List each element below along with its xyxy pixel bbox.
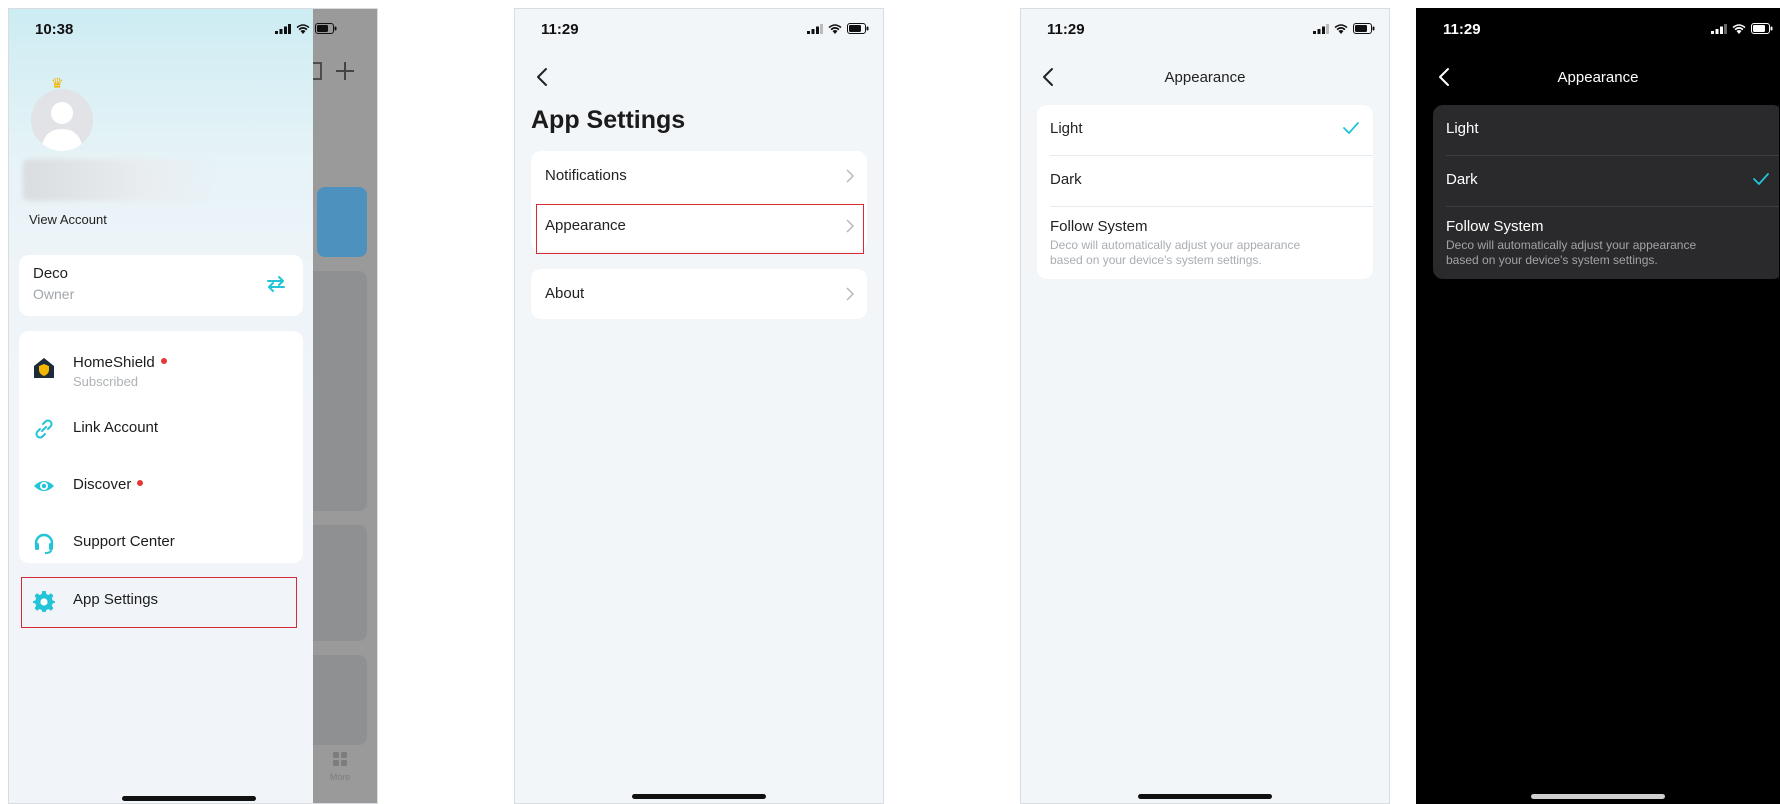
menu-item-support-center[interactable]: Support Center	[19, 518, 303, 566]
battery-icon	[847, 23, 869, 34]
phone-appearance-light-screen: 11:29 Appearance Light Dark Follow Syste…	[1020, 8, 1390, 804]
highlight-box	[536, 204, 864, 254]
deco-owner-card[interactable]: Deco Owner	[19, 255, 303, 316]
wifi-icon	[1732, 23, 1746, 34]
status-bar: 11:29	[1417, 9, 1779, 49]
status-time: 11:29	[1443, 21, 1481, 38]
headset-icon	[34, 533, 54, 554]
signal-icon	[1711, 23, 1727, 34]
highlight-box	[21, 577, 297, 628]
option-label: Dark	[1050, 171, 1082, 188]
menu-item-discover[interactable]: Discover	[19, 461, 303, 509]
dimmed-card	[317, 187, 367, 257]
option-dark[interactable]: Dark	[1037, 156, 1373, 206]
side-drawer: 10:38 ♛ View Account Deco Owner HomeShie…	[9, 9, 337, 803]
page-title: Appearance	[1164, 69, 1246, 86]
status-icons	[807, 23, 869, 34]
settings-item-notifications[interactable]: Notifications	[531, 151, 867, 201]
signal-icon	[807, 23, 823, 34]
status-icons	[275, 23, 337, 34]
network-name: Deco	[33, 265, 69, 282]
option-follow-system[interactable]: Follow System Deco will automatically ad…	[1433, 207, 1779, 279]
option-label: Dark	[1446, 171, 1478, 188]
appearance-options-card: Light Dark Follow System Deco will autom…	[1433, 105, 1779, 279]
menu-item-link-account[interactable]: Link Account	[19, 404, 303, 452]
option-description: Deco will automatically adjust your appe…	[1446, 238, 1697, 267]
settings-item-about[interactable]: About	[531, 269, 867, 319]
chevron-right-icon	[846, 169, 855, 183]
blurred-account-name	[23, 159, 213, 201]
option-description: Deco will automatically adjust your appe…	[1050, 238, 1301, 267]
view-account-link[interactable]: View Account	[29, 212, 107, 227]
chevron-right-icon	[846, 287, 855, 301]
signal-icon	[1313, 23, 1329, 34]
status-bar: 10:38	[9, 9, 313, 49]
notification-dot	[160, 358, 167, 365]
signal-icon	[275, 23, 291, 34]
battery-icon	[315, 23, 337, 34]
wifi-icon	[1334, 23, 1348, 34]
checkmark-icon	[1753, 173, 1769, 185]
option-label: Follow System	[1446, 218, 1544, 235]
user-silhouette-icon	[41, 102, 83, 151]
swap-arrows-icon[interactable]	[265, 273, 287, 295]
checkmark-icon	[1343, 122, 1359, 134]
menu-label: Support Center	[73, 533, 175, 550]
status-time: 10:38	[35, 21, 74, 38]
avatar[interactable]	[31, 89, 93, 151]
option-label: Follow System	[1050, 218, 1148, 235]
back-chevron-icon[interactable]	[531, 65, 555, 89]
home-indicator	[1138, 794, 1272, 799]
link-icon	[35, 419, 53, 439]
menu-label: Discover	[73, 476, 132, 493]
option-light[interactable]: Light	[1037, 105, 1373, 155]
page-title: App Settings	[531, 106, 686, 134]
option-label: Light	[1446, 120, 1479, 137]
status-time: 11:29	[1047, 21, 1085, 38]
option-label: Light	[1050, 120, 1083, 137]
status-icons	[1313, 23, 1375, 34]
status-icons	[1711, 23, 1773, 34]
home-indicator	[122, 796, 256, 801]
home-indicator	[1531, 794, 1665, 799]
tab-more-label: More	[329, 772, 351, 782]
settings-item-label: About	[545, 285, 585, 302]
status-time: 11:29	[541, 21, 579, 38]
grid-icon	[333, 752, 347, 766]
battery-icon	[1353, 23, 1375, 34]
phone-appearance-dark-screen: 11:29 Appearance Light Dark Follow Syste…	[1416, 8, 1780, 804]
wifi-icon	[296, 23, 310, 34]
dimmed-background[interactable]: More	[303, 9, 377, 803]
option-dark[interactable]: Dark	[1433, 156, 1779, 206]
page-title: Appearance	[1557, 69, 1639, 86]
network-role: Owner	[33, 286, 75, 302]
settings-item-label: Notifications	[545, 167, 627, 184]
battery-icon	[1751, 23, 1773, 34]
menu-label: Link Account	[73, 419, 159, 436]
menu-label: HomeShield	[73, 354, 155, 371]
notification-dot	[137, 480, 144, 487]
appearance-options-card: Light Dark Follow System Deco will autom…	[1037, 105, 1373, 279]
plus-icon	[336, 62, 354, 80]
home-indicator	[632, 794, 766, 799]
option-light[interactable]: Light	[1433, 105, 1779, 155]
status-bar: 11:29	[1021, 9, 1389, 49]
phone-drawer-screen: More 10:38 ♛ View Account Deco Owner Hom…	[8, 8, 378, 804]
option-follow-system[interactable]: Follow System Deco will automatically ad…	[1037, 207, 1373, 279]
menu-sublabel: Subscribed	[73, 374, 139, 389]
eye-icon	[34, 481, 54, 491]
mail-icon	[311, 62, 322, 80]
status-bar: 11:29	[515, 9, 883, 49]
menu-item-homeshield[interactable]: HomeShield Subscribed	[19, 339, 303, 395]
wifi-icon	[828, 23, 842, 34]
homeshield-icon	[34, 358, 54, 378]
tab-more[interactable]: More	[323, 751, 357, 782]
phone-app-settings-screen: 11:29 App Settings Notifications Appeara…	[514, 8, 884, 804]
